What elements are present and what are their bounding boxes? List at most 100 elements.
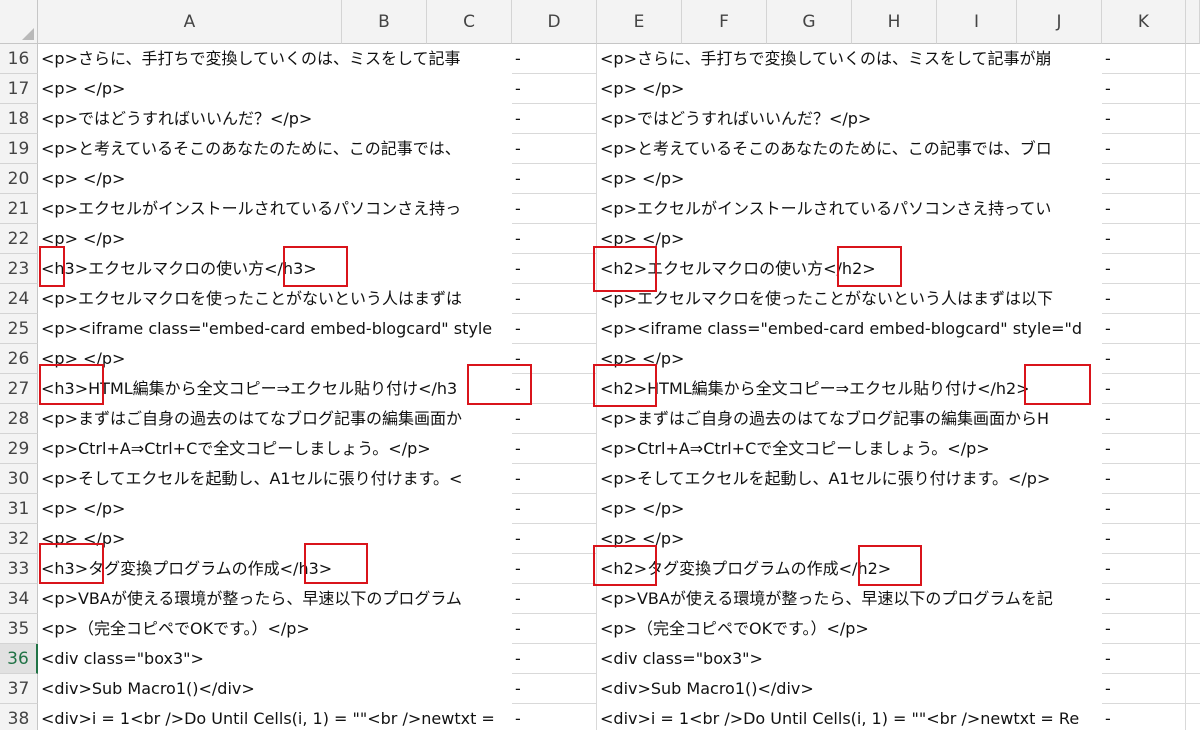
- cell-d21[interactable]: -: [512, 194, 597, 224]
- cell-e26[interactable]: <p> </p>: [597, 344, 1102, 374]
- column-header-j[interactable]: J: [1017, 0, 1102, 44]
- row-header-26[interactable]: 26: [0, 344, 38, 374]
- row-header-34[interactable]: 34: [0, 584, 38, 614]
- spreadsheet-grid[interactable]: ABCDEFGHIJK 16 <p>さらに、手打ちで変換していくのは、ミスをして記…: [0, 0, 1200, 730]
- cell-a27[interactable]: <h3>HTML編集から全文コピー⇒エクセル貼り付け</h3: [38, 374, 512, 404]
- cell-d35[interactable]: -: [512, 614, 597, 644]
- row-header-22[interactable]: 22: [0, 224, 38, 254]
- cell-a18[interactable]: <p>ではどうすればいいんだ？</p>: [38, 104, 512, 134]
- cell-k18[interactable]: -: [1102, 104, 1186, 134]
- row-header-17[interactable]: 17: [0, 74, 38, 104]
- cell-e35[interactable]: <p>（完全コピペでOKです。）</p>: [597, 614, 1102, 644]
- cell-a23[interactable]: <h3>エクセルマクロの使い方</h3>: [38, 254, 512, 284]
- cell-k33[interactable]: -: [1102, 554, 1186, 584]
- cell-k31[interactable]: -: [1102, 494, 1186, 524]
- cell-d22[interactable]: -: [512, 224, 597, 254]
- cell-e29[interactable]: <p>Ctrl+A⇒Ctrl+Cで全文コピーしましょう。</p>: [597, 434, 1102, 464]
- cell-e38[interactable]: <div>i = 1<br />Do Until Cells(i, 1) = "…: [597, 704, 1102, 730]
- row-header-36[interactable]: 36: [0, 644, 38, 674]
- cell-a36[interactable]: <div class="box3">: [38, 644, 512, 674]
- cell-d20[interactable]: -: [512, 164, 597, 194]
- row-header-23[interactable]: 23: [0, 254, 38, 284]
- cell-a25[interactable]: <p><iframe class="embed-card embed-blogc…: [38, 314, 512, 344]
- column-header-a[interactable]: A: [38, 0, 342, 44]
- cell-k29[interactable]: -: [1102, 434, 1186, 464]
- column-header-f[interactable]: F: [682, 0, 767, 44]
- cell-e22[interactable]: <p> </p>: [597, 224, 1102, 254]
- cell-a16[interactable]: <p>さらに、手打ちで変換していくのは、ミスをして記事: [38, 44, 512, 74]
- cell-a29[interactable]: <p>Ctrl+A⇒Ctrl+Cで全文コピーしましょう。</p>: [38, 434, 512, 464]
- cell-k24[interactable]: -: [1102, 284, 1186, 314]
- cell-a20[interactable]: <p> </p>: [38, 164, 512, 194]
- column-header-d[interactable]: D: [512, 0, 597, 44]
- cell-a26[interactable]: <p> </p>: [38, 344, 512, 374]
- cell-d23[interactable]: -: [512, 254, 597, 284]
- cell-d29[interactable]: -: [512, 434, 597, 464]
- cell-d37[interactable]: -: [512, 674, 597, 704]
- cell-d34[interactable]: -: [512, 584, 597, 614]
- cell-k23[interactable]: -: [1102, 254, 1186, 284]
- cell-a30[interactable]: <p>そしてエクセルを起動し、A1セルに張り付けます。<: [38, 464, 512, 494]
- cell-d36[interactable]: -: [512, 644, 597, 674]
- cell-k30[interactable]: -: [1102, 464, 1186, 494]
- cell-e30[interactable]: <p>そしてエクセルを起動し、A1セルに張り付けます。</p>: [597, 464, 1102, 494]
- cell-e36[interactable]: <div class="box3">: [597, 644, 1102, 674]
- cell-d25[interactable]: -: [512, 314, 597, 344]
- row-header-21[interactable]: 21: [0, 194, 38, 224]
- cell-e24[interactable]: <p>エクセルマクロを使ったことがないという人はまずは以下: [597, 284, 1102, 314]
- row-header-20[interactable]: 20: [0, 164, 38, 194]
- row-header-30[interactable]: 30: [0, 464, 38, 494]
- cell-e18[interactable]: <p>ではどうすればいいんだ？</p>: [597, 104, 1102, 134]
- cell-a17[interactable]: <p> </p>: [38, 74, 512, 104]
- cell-e19[interactable]: <p>と考えているそこのあなたのために、この記事では、ブロ: [597, 134, 1102, 164]
- cell-e33[interactable]: <h2>タグ変換プログラムの作成</h2>: [597, 554, 1102, 584]
- cell-d32[interactable]: -: [512, 524, 597, 554]
- cell-d28[interactable]: -: [512, 404, 597, 434]
- cell-d33[interactable]: -: [512, 554, 597, 584]
- cell-e34[interactable]: <p>VBAが使える環境が整ったら、早速以下のプログラムを記: [597, 584, 1102, 614]
- cell-k38[interactable]: -: [1102, 704, 1186, 730]
- row-header-25[interactable]: 25: [0, 314, 38, 344]
- cell-k36[interactable]: -: [1102, 644, 1186, 674]
- cell-a32[interactable]: <p> </p>: [38, 524, 512, 554]
- cell-d30[interactable]: -: [512, 464, 597, 494]
- row-header-33[interactable]: 33: [0, 554, 38, 584]
- row-header-18[interactable]: 18: [0, 104, 38, 134]
- cell-k20[interactable]: -: [1102, 164, 1186, 194]
- row-header-35[interactable]: 35: [0, 614, 38, 644]
- cell-e31[interactable]: <p> </p>: [597, 494, 1102, 524]
- cell-k34[interactable]: -: [1102, 584, 1186, 614]
- cell-d38[interactable]: -: [512, 704, 597, 730]
- cell-k28[interactable]: -: [1102, 404, 1186, 434]
- row-header-24[interactable]: 24: [0, 284, 38, 314]
- cell-a31[interactable]: <p> </p>: [38, 494, 512, 524]
- cell-k25[interactable]: -: [1102, 314, 1186, 344]
- cell-k32[interactable]: -: [1102, 524, 1186, 554]
- column-header-c[interactable]: C: [427, 0, 512, 44]
- cell-d31[interactable]: -: [512, 494, 597, 524]
- cell-e37[interactable]: <div>Sub Macro1()</div>: [597, 674, 1102, 704]
- row-header-31[interactable]: 31: [0, 494, 38, 524]
- select-all-corner[interactable]: [0, 0, 38, 44]
- cell-e32[interactable]: <p> </p>: [597, 524, 1102, 554]
- row-header-29[interactable]: 29: [0, 434, 38, 464]
- cell-k22[interactable]: -: [1102, 224, 1186, 254]
- column-header-b[interactable]: B: [342, 0, 427, 44]
- cell-k35[interactable]: -: [1102, 614, 1186, 644]
- cell-k26[interactable]: -: [1102, 344, 1186, 374]
- cell-a28[interactable]: <p>まずはご自身の過去のはてなブログ記事の編集画面か: [38, 404, 512, 434]
- cell-e23[interactable]: <h2>エクセルマクロの使い方</h2>: [597, 254, 1102, 284]
- row-header-16[interactable]: 16: [0, 44, 38, 74]
- cell-a37[interactable]: <div>Sub Macro1()</div>: [38, 674, 512, 704]
- cell-k27[interactable]: -: [1102, 374, 1186, 404]
- cell-k19[interactable]: -: [1102, 134, 1186, 164]
- cell-d18[interactable]: -: [512, 104, 597, 134]
- cell-e25[interactable]: <p><iframe class="embed-card embed-blogc…: [597, 314, 1102, 344]
- row-header-28[interactable]: 28: [0, 404, 38, 434]
- cell-d16[interactable]: -: [512, 44, 597, 74]
- row-header-19[interactable]: 19: [0, 134, 38, 164]
- cell-d26[interactable]: -: [512, 344, 597, 374]
- cell-a22[interactable]: <p> </p>: [38, 224, 512, 254]
- cell-a35[interactable]: <p>（完全コピペでOKです。）</p>: [38, 614, 512, 644]
- cell-d19[interactable]: -: [512, 134, 597, 164]
